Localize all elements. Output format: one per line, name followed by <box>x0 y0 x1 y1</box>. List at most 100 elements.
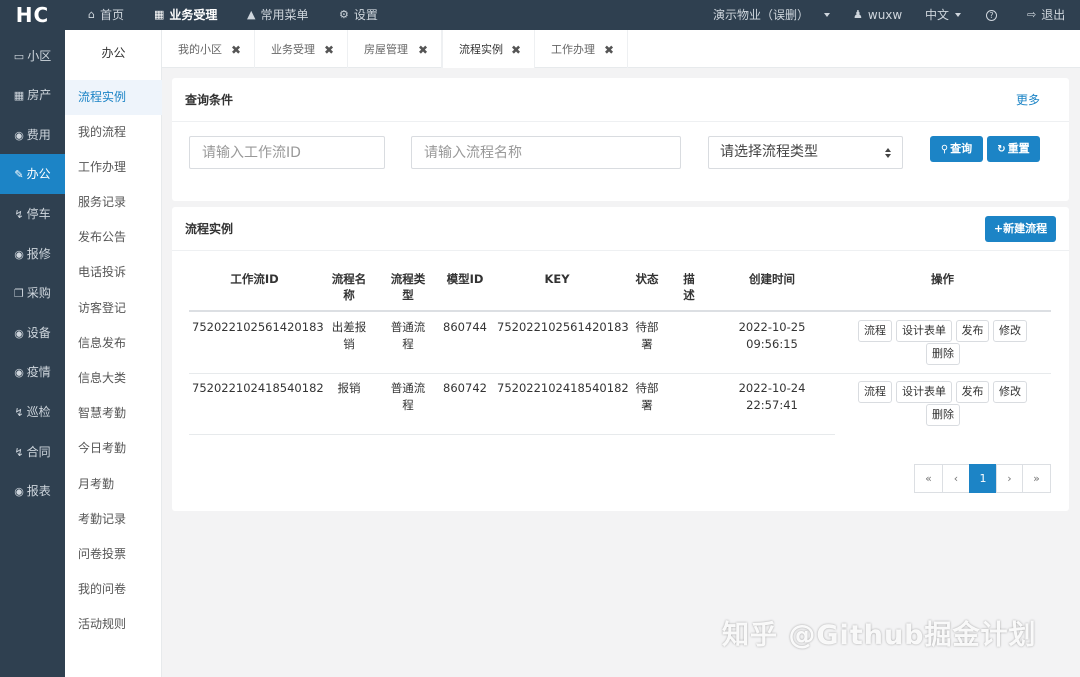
delete-button[interactable]: 删除 <box>926 404 960 426</box>
cell-model-id: 860742 <box>443 381 487 395</box>
query-panel: 查询条件 更多 请选择流程类型 ⚲查询 ↻重置 <box>172 78 1069 201</box>
submenu-item-today-attendance[interactable]: 今日考勤 <box>65 431 162 466</box>
cell-type: 普通流程 <box>390 381 426 412</box>
nav-business[interactable]: ▦ 业务受理 <box>154 0 217 30</box>
close-icon[interactable]: ✖ <box>511 30 521 70</box>
more-link[interactable]: 更多 <box>1016 78 1040 122</box>
page-first-button[interactable]: « <box>914 464 943 493</box>
tab-process-instance[interactable]: 流程实例 ✖ <box>442 30 535 68</box>
cell-key: 752022102418540182 <box>497 381 629 395</box>
submenu-item-info-publish[interactable]: 信息发布 <box>65 326 162 361</box>
close-icon[interactable]: ✖ <box>324 30 334 70</box>
submenu-item-work-handling[interactable]: 工作办理 <box>65 150 162 185</box>
submenu-item-phone-complaint[interactable]: 电话投诉 <box>65 255 162 290</box>
column-header: 描述 <box>683 272 695 302</box>
page-prev-button[interactable]: ‹ <box>942 464 970 493</box>
user-icon: ♟ <box>853 8 863 21</box>
row-divider <box>189 434 835 435</box>
sidebar-item-property[interactable]: ▦ 房产 <box>0 75 65 115</box>
edit-button[interactable]: 修改 <box>993 381 1027 403</box>
page-next-button[interactable]: › <box>996 464 1023 493</box>
submenu-item-monthly-attendance[interactable]: 月考勤 <box>65 467 162 502</box>
cell-created-time: 22:57:41 <box>746 398 798 412</box>
language-label: 中文 <box>925 8 950 22</box>
query-panel-title: 查询条件 <box>185 93 234 107</box>
close-icon[interactable]: ✖ <box>231 30 241 70</box>
column-header: 流程类型 <box>390 272 426 302</box>
submenu-item-publish-notice[interactable]: 发布公告 <box>65 220 162 255</box>
search-button[interactable]: ⚲ 查询 <box>930 136 983 162</box>
submenu-item-service-records[interactable]: 服务记录 <box>65 185 162 220</box>
page-current-button[interactable]: 1 <box>969 464 997 493</box>
sidebar-item-fees[interactable]: ◉ 费用 <box>0 115 65 155</box>
sidebar-item-contract[interactable]: ↯ 合同 <box>0 432 65 472</box>
tab-business[interactable]: 业务受理 ✖ <box>255 30 348 68</box>
tab-my-community[interactable]: 我的小区 ✖ <box>162 30 255 68</box>
workflow-type-select[interactable]: 请选择流程类型 <box>708 136 903 169</box>
sign-out-icon: ⇨ <box>1027 8 1037 21</box>
nav-common-menu[interactable]: ▲ 常用菜单 <box>247 0 308 30</box>
logout-button[interactable]: ⇨ 退出 <box>1027 0 1065 30</box>
sidebar-item-reports[interactable]: ◉ 报表 <box>0 471 65 511</box>
submenu-item-smart-attendance[interactable]: 智慧考勤 <box>65 396 162 431</box>
company-dropdown[interactable]: 演示物业（误删） <box>713 0 831 30</box>
process-button[interactable]: 流程 <box>858 320 892 342</box>
design-form-button[interactable]: 设计表单 <box>896 381 952 403</box>
list-panel-title: 流程实例 <box>185 222 234 236</box>
bolt-icon: ↯ <box>14 406 24 419</box>
submenu-item-survey-voting[interactable]: 问卷投票 <box>65 537 162 572</box>
cell-workflow-id: 752022102418540182 <box>192 381 324 395</box>
user-name: wuxw <box>867 8 903 22</box>
sidebar-item-parking[interactable]: ↯ 停车 <box>0 194 65 234</box>
sidebar-item-inspection[interactable]: ↯ 巡检 <box>0 392 65 432</box>
sidebar-item-repair[interactable]: ◉ 报修 <box>0 234 65 274</box>
page-last-button[interactable]: » <box>1022 464 1051 493</box>
submenu-item-info-category[interactable]: 信息大类 <box>65 361 162 396</box>
close-icon[interactable]: ✖ <box>604 30 614 70</box>
page-tabs: 我的小区 ✖ 业务受理 ✖ 房屋管理 ✖ 流程实例 ✖ 工作办理 ✖ <box>162 30 1080 68</box>
sidebar-item-office[interactable]: ✎ 办公 <box>0 154 65 194</box>
nav-settings[interactable]: ⚙ 设置 <box>339 0 378 30</box>
help-button[interactable]: ? <box>986 0 997 30</box>
submenu-item-attendance-records[interactable]: 考勤记录 <box>65 502 162 537</box>
design-form-button[interactable]: 设计表单 <box>896 320 952 342</box>
cell-name: 出差报销 <box>331 320 367 351</box>
workflow-name-input[interactable] <box>411 136 681 169</box>
sidebar-item-community[interactable]: ▭ 小区 <box>0 36 65 76</box>
reset-button[interactable]: ↻ 重置 <box>987 136 1040 162</box>
workflow-id-input[interactable] <box>189 136 385 169</box>
sidebar-item-purchase[interactable]: ❐ 采购 <box>0 273 65 313</box>
submenu-item-activity-rules[interactable]: 活动规则 <box>65 607 162 642</box>
column-header: 状态 <box>635 272 659 286</box>
list-panel-header: 流程实例 +新建流程 <box>172 207 1069 251</box>
publish-button[interactable]: 发布 <box>956 320 989 342</box>
process-button[interactable]: 流程 <box>858 381 892 403</box>
delete-button[interactable]: 删除 <box>926 343 960 365</box>
sidebar-item-label: 报表 <box>26 484 51 498</box>
submenu-item-my-survey[interactable]: 我的问卷 <box>65 572 162 607</box>
user-menu[interactable]: ♟ wuxw <box>853 0 902 30</box>
nav-home[interactable]: ⌂ 首页 <box>88 0 124 30</box>
submenu-item-visitor-registration[interactable]: 访客登记 <box>65 291 162 326</box>
sidebar-item-equipment[interactable]: ◉ 设备 <box>0 313 65 353</box>
app-logo[interactable]: HC <box>0 0 65 30</box>
close-icon[interactable]: ✖ <box>418 30 428 70</box>
edit-button[interactable]: 修改 <box>993 320 1027 342</box>
submenu-item-my-process[interactable]: 我的流程 <box>65 115 162 150</box>
nav-home-label: 首页 <box>99 8 124 22</box>
language-dropdown[interactable]: 中文 <box>925 0 962 30</box>
new-process-button[interactable]: +新建流程 <box>985 216 1056 242</box>
sidebar-item-epidemic[interactable]: ◉ 疫情 <box>0 352 65 392</box>
cell-created-time: 09:56:15 <box>746 337 798 351</box>
submenu-item-process-instance[interactable]: 流程实例 <box>65 80 162 115</box>
publish-button[interactable]: 发布 <box>956 381 989 403</box>
column-header: 工作流ID <box>230 272 279 286</box>
tab-house-management[interactable]: 房屋管理 ✖ <box>348 30 442 68</box>
cell-model-id: 860744 <box>443 320 487 334</box>
calculator-icon: ▦ <box>154 8 165 21</box>
column-header: 模型ID <box>446 272 484 286</box>
cell-key: 752022102561420183 <box>497 320 629 334</box>
nav-common-menu-label: 常用菜单 <box>260 8 309 22</box>
bolt-icon: ↯ <box>14 446 24 459</box>
tab-work-handling[interactable]: 工作办理 ✖ <box>535 30 628 68</box>
